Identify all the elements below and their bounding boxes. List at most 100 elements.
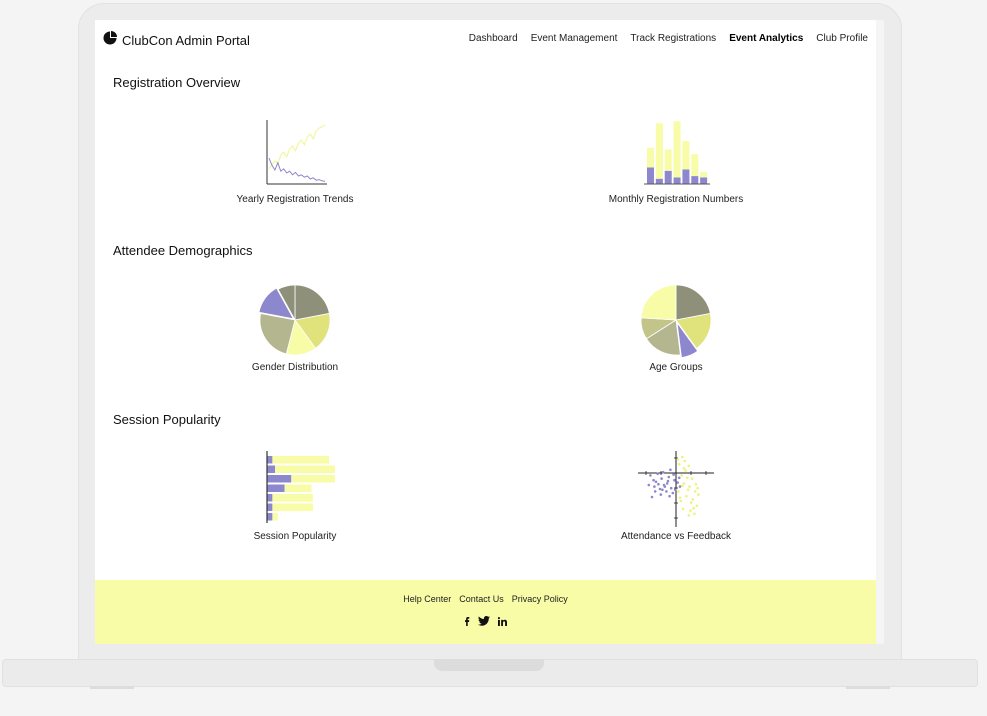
scatter-point-s1-25: [647, 483, 651, 487]
social-links: [95, 616, 876, 626]
main-nav: Dashboard Event Management Track Registr…: [469, 33, 868, 44]
scatter-point-s2-14: [685, 494, 688, 498]
hbar-lower-7: [267, 513, 273, 521]
scatter-point-s1-14: [676, 481, 679, 484]
scatter-point-s2-29: [687, 514, 691, 517]
hbar-lower-1: [267, 456, 273, 464]
scatter-point-s1-28: [661, 488, 664, 492]
scatter-point-s2-1: [677, 462, 681, 466]
scatter-point-s2-9: [682, 482, 686, 485]
bar-lower-1: [647, 167, 654, 184]
scatter-point-s1-27: [672, 473, 675, 476]
scatter-point-s1-18: [659, 493, 663, 496]
scatter-point-s1-9: [653, 490, 657, 493]
hbar-lower-4: [267, 484, 285, 492]
facebook-icon[interactable]: [464, 616, 470, 626]
scatter-point-s2-2: [684, 469, 687, 472]
twitter-icon[interactable]: [478, 616, 490, 626]
scatter-point-s2-3: [681, 455, 684, 459]
footer-link-help-center[interactable]: Help Center: [403, 594, 451, 604]
scatter-point-s2-7: [695, 504, 699, 508]
app-screen: ClubCon Admin Portal Dashboard Event Man…: [95, 20, 884, 644]
top-navbar: ClubCon Admin Portal Dashboard Event Man…: [95, 20, 884, 60]
scatter-point-s1-23: [668, 494, 671, 498]
age-groups-caption: Age Groups: [649, 362, 703, 373]
section-title-demographics: Attendee Demographics: [113, 243, 253, 258]
scatter-point-s1-29: [677, 476, 681, 480]
scatter-point-s1-13: [671, 491, 675, 495]
scatter-point-s2-30: [681, 484, 684, 488]
scatter-point-s2-25: [692, 506, 695, 510]
footer-link-contact-us[interactable]: Contact Us: [459, 594, 504, 604]
bar-upper-4: [673, 121, 681, 178]
linkedin-icon[interactable]: [498, 616, 507, 626]
session-popularity-chart: Session Popularity: [195, 451, 395, 542]
scatter-point-s1-3: [660, 477, 663, 480]
scatter-point-s2-16: [677, 490, 680, 493]
scatter-point-s2-22: [694, 482, 698, 486]
scatter-point-s1-26: [666, 479, 670, 483]
bar-upper-3: [664, 149, 672, 171]
nav-track-registrations[interactable]: Track Registrations: [630, 33, 716, 44]
scatter-point-s1-24: [656, 472, 659, 476]
monthly-numbers-svg: [644, 121, 710, 185]
scatter-point-s2-12: [681, 507, 685, 511]
scatter-point-s1-30: [653, 485, 656, 488]
hbar-lower-6: [267, 503, 273, 511]
nav-club-profile[interactable]: Club Profile: [816, 33, 868, 44]
scatter-point-s1-10: [650, 495, 654, 499]
hbar-upper-4: [284, 484, 312, 492]
session-popularity-caption: Session Popularity: [253, 531, 337, 542]
scatter-point-s1-1: [649, 474, 652, 477]
scatter-point-s2-26: [682, 466, 686, 470]
monthly-numbers-chart: Monthly Registration Numbers: [576, 114, 776, 205]
nav-event-management[interactable]: Event Management: [531, 33, 618, 44]
attendance-feedback-svg: [638, 451, 714, 527]
hbar-upper-2: [275, 465, 335, 473]
scatter-point-s2-27: [676, 458, 679, 461]
scatter-point-s2-6: [689, 509, 692, 512]
scatter-point-s1-20: [673, 488, 677, 492]
hbar-lower-5: [267, 494, 273, 502]
scatter-point-s2-5: [691, 498, 695, 501]
bar-upper-2: [655, 123, 663, 179]
footer-link-privacy-policy[interactable]: Privacy Policy: [512, 594, 568, 604]
scatter-point-s2-28: [696, 486, 699, 490]
scatter-point-s1-12: [667, 475, 671, 479]
laptop-notch: [434, 659, 544, 671]
age-groups-chart: Age Groups: [576, 282, 776, 373]
scatter-point-s2-20: [680, 474, 683, 477]
section-title-sessions: Session Popularity: [113, 412, 221, 427]
scatter-point-s2-24: [688, 485, 691, 488]
laptop-foot-left: [90, 686, 134, 689]
nav-event-analytics[interactable]: Event Analytics: [729, 33, 803, 44]
gender-distribution-svg: [258, 284, 331, 356]
scatter-point-s1-11: [661, 470, 665, 474]
scatter-point-s1-17: [669, 468, 672, 472]
laptop-foot-right: [846, 686, 890, 689]
pie-logo-icon: [103, 31, 117, 50]
scatter-point-s2-17: [689, 501, 693, 504]
gender-distribution-caption: Gender Distribution: [251, 362, 339, 373]
line-series-1: [268, 124, 326, 170]
hbar-upper-6: [272, 503, 313, 511]
bar-lower-4: [673, 177, 681, 184]
brand-title: ClubCon Admin Portal: [122, 33, 250, 48]
bar-upper-6: [691, 154, 699, 177]
scatter-point-s2-21: [685, 476, 689, 480]
scatter-point-s1-21: [652, 478, 655, 482]
monthly-numbers-caption: Monthly Registration Numbers: [608, 194, 744, 205]
age-groups-svg: [640, 284, 712, 358]
hbar-upper-5: [272, 494, 313, 502]
bar-lower-6: [691, 176, 699, 184]
nav-dashboard[interactable]: Dashboard: [469, 33, 518, 44]
brand[interactable]: ClubCon Admin Portal: [103, 31, 250, 50]
scatter-point-s2-4: [686, 488, 690, 492]
yearly-trends-svg: [266, 120, 327, 185]
bar-lower-3: [664, 170, 672, 184]
gender-distribution-chart: Gender Distribution: [195, 282, 395, 373]
scatter-point-s1-15: [665, 490, 668, 493]
footer: Help Center Contact Us Privacy Policy: [95, 580, 876, 644]
scatter-point-s1-5: [665, 482, 669, 485]
yearly-trends-caption: Yearly Registration Trends: [236, 194, 354, 205]
